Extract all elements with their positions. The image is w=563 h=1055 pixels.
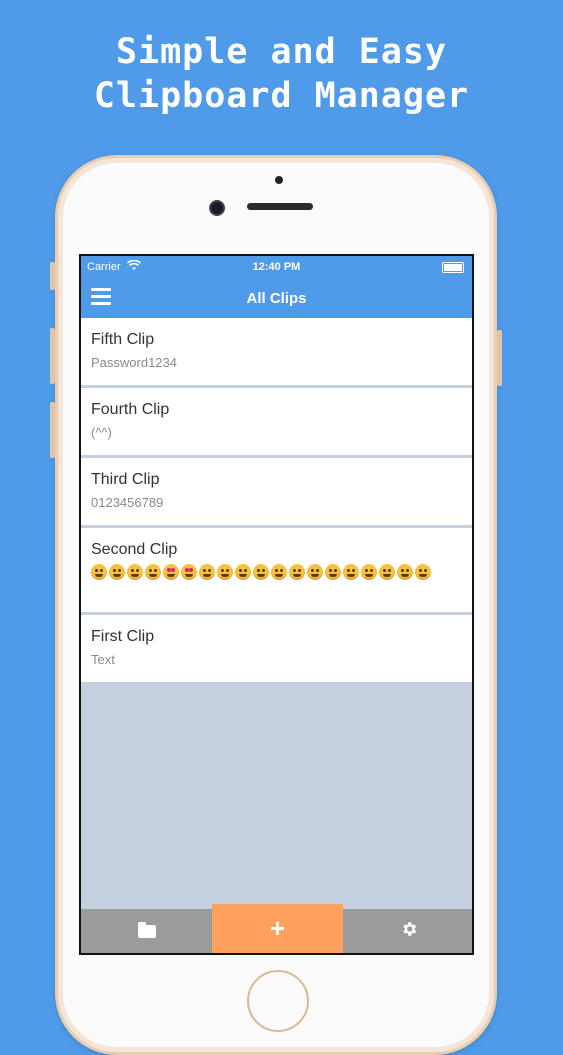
clip-item-fourth[interactable]: Fourth Clip (^^) xyxy=(81,388,472,458)
emoji-icon xyxy=(379,564,395,580)
emoji-icon xyxy=(271,564,287,580)
clip-title: Second Clip xyxy=(91,541,178,558)
emoji-icon xyxy=(109,564,125,580)
battery-icon xyxy=(442,262,464,273)
headline-line-1: Simple and Easy xyxy=(115,32,448,72)
clip-title: First Clip xyxy=(91,628,155,645)
emoji-icon xyxy=(289,564,305,580)
page-title: All Clips xyxy=(246,290,307,307)
volume-down-button xyxy=(50,402,55,458)
emoji-icon xyxy=(415,564,431,580)
clip-content: 0123456789 xyxy=(91,495,164,510)
emoji-content xyxy=(91,562,462,590)
emoji-icon xyxy=(163,564,179,580)
emoji-icon xyxy=(91,564,107,580)
power-button xyxy=(497,330,502,386)
emoji-icon xyxy=(361,564,377,580)
emoji-icon xyxy=(181,564,197,580)
clip-title: Third Clip xyxy=(91,471,160,488)
emoji-icon xyxy=(127,564,143,580)
volume-up-button xyxy=(50,328,55,384)
status-time: 12:40 PM xyxy=(252,261,301,273)
tab-settings[interactable] xyxy=(343,909,472,953)
emoji-icon xyxy=(397,564,413,580)
clip-item-third[interactable]: Third Clip 0123456789 xyxy=(81,458,472,528)
clip-item-first[interactable]: First Clip Text xyxy=(81,615,472,682)
clip-title: Fourth Clip xyxy=(91,401,170,418)
emoji-icon xyxy=(217,564,233,580)
tab-folders[interactable] xyxy=(81,909,212,953)
home-button[interactable] xyxy=(247,970,309,1032)
clip-item-fifth[interactable]: Fifth Clip Password1234 xyxy=(81,318,472,388)
emoji-icon xyxy=(307,564,323,580)
clip-item-second[interactable]: Second Clip xyxy=(81,528,472,615)
status-bar: Carrier 12:40 PM xyxy=(81,256,472,278)
headline-line-2: Clipboard Manager xyxy=(93,76,470,116)
front-camera xyxy=(211,202,223,214)
emoji-icon xyxy=(253,564,269,580)
clip-content: Password1234 xyxy=(91,355,177,370)
mute-switch xyxy=(50,262,55,290)
emoji-icon xyxy=(325,564,341,580)
folder-icon xyxy=(137,921,156,938)
promo-headline: Simple and Easy Clipboard Manager xyxy=(0,30,563,118)
clip-content: (^^) xyxy=(91,425,112,440)
add-clip-button[interactable]: + xyxy=(212,904,343,953)
emoji-icon xyxy=(343,564,359,580)
gear-icon xyxy=(400,920,418,943)
emoji-icon xyxy=(235,564,251,580)
app-screen: Carrier 12:40 PM All Clips Fifth Clip Pa… xyxy=(79,254,474,955)
sensor-dot xyxy=(275,176,283,184)
clip-list: Fifth Clip Password1234 Fourth Clip (^^)… xyxy=(81,318,472,682)
clip-title: Fifth Clip xyxy=(91,331,155,348)
emoji-icon xyxy=(199,564,215,580)
earpiece-speaker xyxy=(247,203,313,210)
navigation-bar: All Clips xyxy=(81,278,472,318)
clip-content: Text xyxy=(91,652,115,667)
tab-bar: + xyxy=(81,904,472,953)
emoji-icon xyxy=(145,564,161,580)
